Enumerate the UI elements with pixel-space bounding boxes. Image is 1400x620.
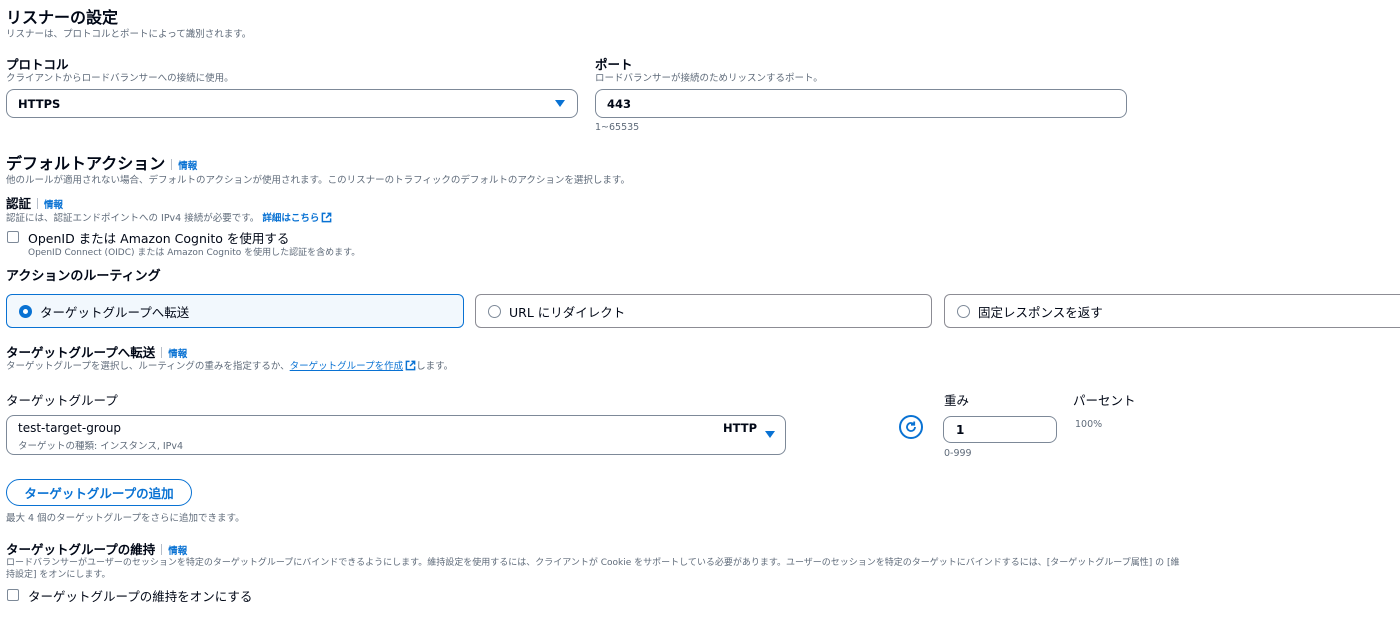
routing-option-label: ターゲットグループへ転送 bbox=[40, 304, 190, 320]
routing-option-forward[interactable]: ターゲットグループへ転送 bbox=[6, 294, 464, 328]
external-link-icon bbox=[321, 212, 332, 223]
create-target-group-link-text: ターゲットグループを作成 bbox=[289, 361, 404, 372]
default-action-title: デフォルトアクション 情報 bbox=[6, 150, 197, 174]
caret-down-icon bbox=[765, 431, 775, 438]
oidc-checkbox-description: OpenID Connect (OIDC) または Amazon Cognito… bbox=[28, 248, 361, 258]
listener-description: リスナーは、プロトコルとポートによって識別されます。 bbox=[6, 29, 252, 40]
radio-unselected-icon bbox=[957, 304, 970, 318]
radio-selected-icon bbox=[19, 304, 32, 318]
forward-description: ターゲットグループを選択し、ルーティングの重みを指定するか、ターゲットグループを… bbox=[6, 358, 453, 372]
target-group-column-label: ターゲットグループ bbox=[6, 393, 118, 408]
stickiness-checkbox[interactable] bbox=[7, 589, 19, 601]
target-group-select[interactable]: test-target-group ターゲットの種類: インスタンス, IPv4… bbox=[6, 415, 786, 455]
port-input-value: 443 bbox=[607, 97, 632, 111]
default-action-description: 他のルールが適用されない場合、デフォルトのアクションが使用されます。このリスナー… bbox=[6, 175, 630, 186]
port-input[interactable]: 443 bbox=[595, 89, 1127, 118]
target-group-subtext: ターゲットの種類: インスタンス, IPv4 bbox=[18, 441, 184, 452]
create-target-group-link[interactable]: ターゲットグループを作成 bbox=[290, 361, 403, 372]
weight-input-value: 1 bbox=[956, 423, 965, 437]
oidc-checkbox[interactable] bbox=[7, 231, 19, 243]
port-hint: 1~65535 bbox=[595, 122, 640, 133]
port-description: ロードバランサーが接続のためリッスンするポート。 bbox=[595, 73, 823, 84]
radio-unselected-icon bbox=[488, 304, 501, 318]
forward-description-pre: ターゲットグループを選択し、ルーティングの重みを指定するか、 bbox=[6, 361, 290, 372]
listener-title: リスナーの設定 bbox=[6, 8, 119, 27]
auth-description: 認証には、認証エンドポイントへの IPv4 接続が必要です。 詳細はこちら bbox=[6, 210, 332, 224]
routing-title: アクションのルーティング bbox=[6, 269, 161, 284]
default-action-title-text: デフォルトアクション bbox=[6, 154, 166, 173]
learn-more-link-text: 詳細はこちら bbox=[262, 213, 320, 224]
target-group-protocol: HTTP bbox=[723, 421, 758, 435]
weight-input[interactable]: 1 bbox=[943, 416, 1057, 443]
percent-value: 100% bbox=[1075, 419, 1103, 430]
add-target-group-hint: 最大 4 個のターゲットグループをさらに追加できます。 bbox=[6, 513, 245, 524]
percent-column-label: パーセント bbox=[1073, 393, 1136, 408]
routing-option-redirect[interactable]: URL にリダイレクト bbox=[475, 294, 932, 328]
protocol-description: クライアントからロードバランサーへの接続に使用。 bbox=[6, 73, 234, 84]
weight-column-label: 重み bbox=[944, 393, 970, 408]
refresh-icon bbox=[906, 421, 916, 432]
protocol-select-value: HTTPS bbox=[18, 97, 61, 111]
target-group-name: test-target-group bbox=[18, 421, 122, 435]
stickiness-checkbox-label[interactable]: ターゲットグループの維持をオンにする bbox=[28, 586, 252, 605]
stickiness-description-line1: ロードバランサーがユーザーのセッションを特定のターゲットグループにバインドできる… bbox=[6, 558, 1180, 568]
caret-down-icon bbox=[555, 100, 565, 107]
forward-description-post: します。 bbox=[416, 361, 454, 372]
refresh-button[interactable] bbox=[899, 415, 923, 439]
add-target-group-button[interactable]: ターゲットグループの追加 bbox=[6, 479, 192, 506]
routing-option-fixed-response[interactable]: 固定レスポンスを返す bbox=[944, 294, 1400, 328]
routing-option-label: URL にリダイレクト bbox=[509, 304, 626, 320]
routing-option-label: 固定レスポンスを返す bbox=[978, 304, 1103, 320]
default-action-info-link[interactable]: 情報 bbox=[178, 161, 197, 172]
learn-more-link[interactable]: 詳細はこちら bbox=[262, 212, 332, 224]
weight-hint: 0-999 bbox=[944, 448, 972, 459]
auth-description-text: 認証には、認証エンドポイントへの IPv4 接続が必要です。 bbox=[6, 213, 260, 224]
protocol-select[interactable]: HTTPS bbox=[6, 89, 578, 118]
auth-title-text: 認証 bbox=[6, 196, 32, 211]
stickiness-description-line2: 持設定] をオンにします。 bbox=[6, 570, 111, 580]
external-link-icon bbox=[405, 360, 416, 371]
